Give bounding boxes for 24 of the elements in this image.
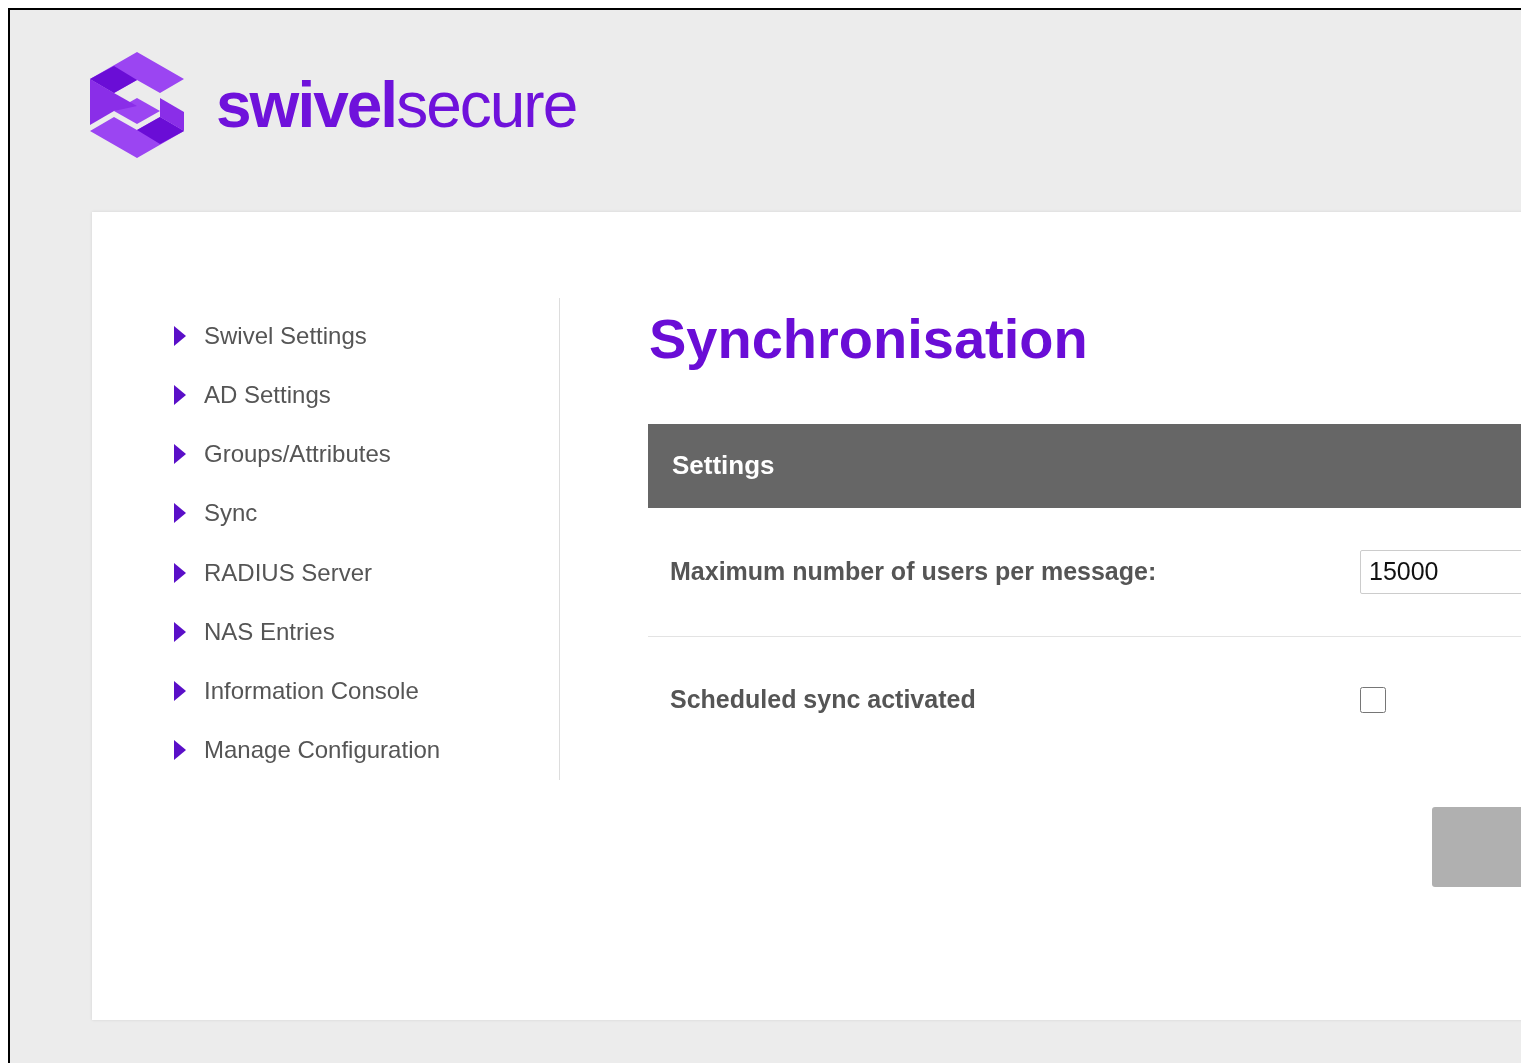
triangle-right-icon xyxy=(174,740,186,761)
sidebar-link[interactable]: Sync xyxy=(174,483,559,543)
sidebar-link[interactable]: Information Console xyxy=(174,661,559,721)
sidebar-link[interactable]: RADIUS Server xyxy=(174,543,559,603)
sidebar-link[interactable]: Swivel Settings xyxy=(174,306,559,366)
page-title: Synchronisation xyxy=(649,308,1089,370)
field-label: Scheduled sync activated xyxy=(670,685,977,715)
sidebar-link[interactable]: NAS Entries xyxy=(174,602,559,662)
triangle-right-icon xyxy=(174,384,186,405)
triangle-right-icon xyxy=(174,621,186,642)
triangle-right-icon xyxy=(174,681,186,702)
triangle-right-icon xyxy=(174,503,186,524)
sidebar-link[interactable]: Manage Configuration xyxy=(174,720,559,780)
triangle-right-icon xyxy=(174,444,186,465)
triangle-right-icon xyxy=(174,562,186,583)
logo-icon xyxy=(90,52,184,158)
brand-logo-text: swivelsecure xyxy=(216,73,577,137)
section-title: Settings xyxy=(672,450,775,482)
field-label: Maximum number of users per message: xyxy=(670,557,1158,587)
input-field[interactable]: 15000 xyxy=(1360,549,1521,594)
triangle-right-icon xyxy=(174,325,186,346)
sidebar-link[interactable]: Groups/Attributes xyxy=(174,424,559,484)
sidebar-link[interactable]: AD Settings xyxy=(174,365,559,425)
checkbox[interactable] xyxy=(1360,686,1386,713)
